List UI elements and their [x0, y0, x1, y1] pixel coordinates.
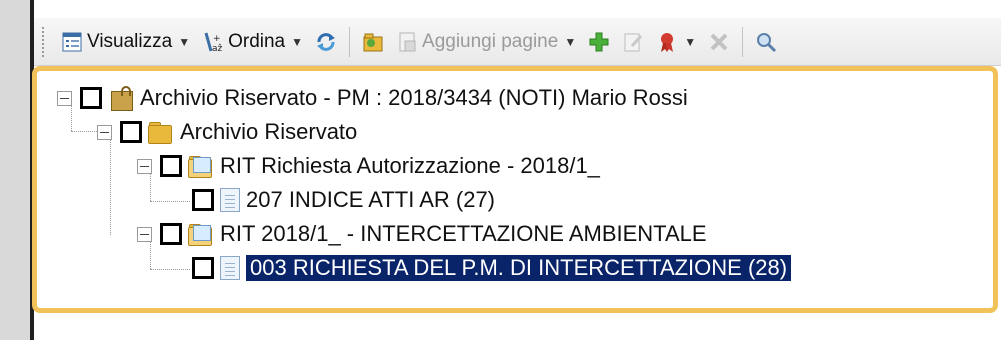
collapse-toggle[interactable]	[57, 90, 72, 106]
collapse-toggle[interactable]	[97, 124, 112, 140]
ribbon-button[interactable]: ▼	[653, 29, 699, 55]
sort-az-icon: + aẑ	[202, 31, 224, 54]
aggiungi-pagine-button[interactable]: Aggiungi pagine ▼	[393, 29, 579, 55]
delete-button[interactable]	[705, 29, 733, 55]
ordina-label: Ordina	[228, 30, 286, 52]
tree-node-label: Archivio Riservato	[180, 119, 358, 144]
tree-node-archivio-riservato[interactable]: Archivio Riservato	[97, 116, 357, 148]
tree-node-doc-indice[interactable]: 207 INDICE ATTI AR (27)	[192, 184, 495, 216]
collapse-toggle[interactable]	[137, 158, 152, 174]
node-checkbox[interactable]	[160, 155, 182, 177]
tree-highlight-frame: Archivio Riservato - PM : 2018/3434 (NOT…	[32, 66, 998, 313]
document-tree-window: Visualizza ▼ + aẑ Ordina ▼ Aggiungi pagi…	[32, 0, 1001, 340]
node-checkbox[interactable]	[160, 223, 182, 245]
node-checkbox[interactable]	[80, 87, 102, 109]
folder-icon	[148, 122, 174, 144]
delete-icon	[708, 31, 730, 53]
tree-node-label: RIT Richiesta Autorizzazione - 2018/1_	[220, 153, 600, 178]
ribbon-icon	[656, 31, 678, 53]
ordina-button[interactable]: + aẑ Ordina ▼	[199, 29, 306, 55]
open-folder-icon	[188, 224, 214, 246]
folder-add-icon	[362, 31, 384, 53]
visualizza-button[interactable]: Visualizza ▼	[58, 29, 193, 55]
node-checkbox[interactable]	[192, 257, 214, 279]
aggiungi-pagine-label: Aggiungi pagine	[422, 30, 559, 52]
toolbar: Visualizza ▼ + aẑ Ordina ▼ Aggiungi pagi…	[34, 18, 1001, 66]
archive-lock-icon	[108, 86, 134, 111]
toolbar-separator	[742, 26, 744, 57]
document-icon	[220, 256, 240, 280]
left-panel	[0, 0, 30, 340]
toolbar-separator	[349, 26, 351, 57]
document-icon	[220, 188, 240, 212]
tree-node-rit-intercettazione[interactable]: RIT 2018/1_ - INTERCETTAZIONE AMBIENTALE	[137, 218, 707, 250]
tree-node-rit-richiesta[interactable]: RIT Richiesta Autorizzazione - 2018/1_	[137, 150, 600, 182]
tree-node-label: 207 INDICE ATTI AR (27)	[246, 187, 496, 212]
chevron-down-icon: ▼	[178, 34, 191, 49]
visualizza-label: Visualizza	[87, 30, 173, 52]
tree-node-label: RIT 2018/1_ - INTERCETTAZIONE AMBIENTALE	[220, 221, 707, 246]
refresh-icon	[315, 31, 337, 53]
add-pages-icon	[396, 31, 418, 53]
chevron-down-icon: ▼	[291, 34, 304, 49]
node-checkbox[interactable]	[120, 121, 142, 143]
search-tree-button[interactable]	[752, 29, 780, 55]
tree-connector	[150, 269, 190, 270]
chevron-down-icon: ▼	[564, 34, 577, 49]
tree-node-root[interactable]: Archivio Riservato - PM : 2018/3434 (NOT…	[57, 82, 688, 114]
tree-connector	[110, 137, 111, 235]
svg-text:+: +	[213, 34, 221, 44]
chevron-down-icon: ▼	[684, 34, 697, 49]
tree-node-doc-richiesta-pm[interactable]: 003 RICHIESTA DEL P.M. DI INTERCETTAZION…	[192, 252, 793, 284]
node-checkbox[interactable]	[192, 189, 214, 211]
toolbar-grip[interactable]	[42, 26, 48, 57]
svg-text:aẑ: aẑ	[212, 44, 223, 53]
tree-node-label-selected[interactable]: 003 RICHIESTA DEL P.M. DI INTERCETTAZION…	[244, 254, 793, 282]
add-button[interactable]	[585, 29, 613, 55]
search-tree-icon	[755, 31, 777, 53]
refresh-button[interactable]	[312, 29, 340, 55]
tree-connector	[150, 201, 190, 202]
edit-icon	[622, 31, 644, 53]
folder-add-button[interactable]	[359, 29, 387, 55]
list-view-icon	[61, 31, 83, 53]
open-folder-icon	[188, 156, 214, 178]
add-green-icon	[588, 31, 610, 53]
collapse-toggle[interactable]	[137, 226, 152, 242]
edit-button[interactable]	[619, 29, 647, 55]
tree-node-label: Archivio Riservato - PM : 2018/3434 (NOT…	[140, 85, 688, 110]
